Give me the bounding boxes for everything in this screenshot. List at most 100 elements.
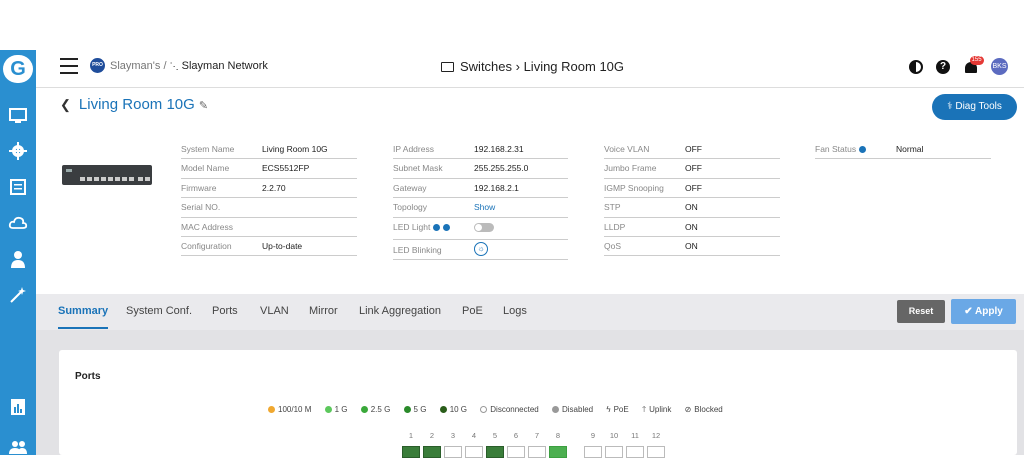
info-row: Serial NO.: [181, 198, 357, 218]
tab-vlan[interactable]: VLAN: [260, 305, 289, 317]
breadcrumb-network[interactable]: Slayman Network: [182, 60, 268, 72]
port-5[interactable]: [486, 446, 504, 458]
info-row: Configuration Up-to-date: [181, 237, 357, 257]
info-icon[interactable]: [859, 146, 867, 153]
monitor-icon[interactable]: [8, 106, 28, 126]
tab-link-aggregation[interactable]: Link Aggregation: [359, 305, 441, 317]
apply-button[interactable]: ✔ Apply: [951, 299, 1016, 324]
tab-summary[interactable]: Summary: [58, 305, 109, 329]
info-column-network: IP Address 192.168.2.31 Subnet Mask 255.25…: [393, 140, 568, 260]
sidebar: G: [0, 50, 36, 455]
port-4[interactable]: [465, 446, 483, 458]
info-row: QoS ON: [604, 237, 780, 257]
tab-system-conf[interactable]: System Conf.: [126, 305, 192, 317]
tab-logs[interactable]: Logs: [503, 305, 527, 317]
page-title-text: Living Room 10G: [78, 96, 195, 113]
edit-icon[interactable]: ✎: [199, 100, 208, 112]
magic-wand-icon[interactable]: [8, 285, 28, 305]
port-11[interactable]: [626, 446, 644, 458]
breadcrumb-org[interactable]: Slayman's: [110, 60, 160, 72]
legend-item: ⊘ Blocked: [684, 405, 723, 414]
ports-card: Ports 100/10 M 1 G 2.5 G 5 G 10 G Discon…: [59, 350, 1017, 458]
diag-tools-button[interactable]: ⚕ Diag Tools: [932, 94, 1017, 120]
report-icon[interactable]: [8, 397, 28, 417]
page-context-title: Switches › Living Room 10G: [441, 59, 624, 74]
info-row: LLDP ON: [604, 218, 780, 237]
info-column-system: System Name Living Room 10G Model Name ECS…: [181, 140, 357, 257]
tab-ports[interactable]: Ports: [212, 305, 238, 317]
network-icon: ⋱: [169, 61, 179, 71]
legend-item: Disabled: [551, 405, 593, 414]
back-icon[interactable]: ❮: [60, 97, 71, 112]
info-row: MAC Address: [181, 218, 357, 237]
diag-tools-label: Diag Tools: [955, 101, 1002, 112]
info-row: Topology Show: [393, 198, 568, 218]
info-row: IGMP Snooping OFF: [604, 179, 780, 199]
lightning-icon: ϟ: [606, 405, 611, 414]
info-row: Model Name ECS5512FP: [181, 159, 357, 179]
port-7[interactable]: [528, 446, 546, 458]
lock-icon[interactable]: [433, 223, 441, 231]
legend-item: 🡑 Uplink: [641, 405, 672, 414]
menu-icon[interactable]: [60, 58, 78, 74]
port-9[interactable]: [584, 446, 602, 458]
info-row: Jumbo Frame OFF: [604, 159, 780, 179]
gear-icon[interactable]: [8, 141, 28, 161]
notification-count: 155: [969, 55, 984, 65]
lightbulb-icon[interactable]: ☼: [474, 241, 488, 256]
pro-badge: PRO: [90, 58, 105, 73]
page-title: ❮ Living Room 10G ✎: [60, 96, 208, 113]
breadcrumb: Slayman's / ⋱ Slayman Network: [110, 60, 268, 72]
users-icon[interactable]: [8, 438, 28, 458]
info-row: STP ON: [604, 198, 780, 218]
tab-poe[interactable]: PoE: [462, 305, 483, 317]
theme-toggle-icon[interactable]: [908, 59, 923, 74]
legend-item: 2.5 G: [360, 405, 390, 414]
port-10[interactable]: [605, 446, 623, 458]
topbar-actions: ? 155 BKS: [900, 55, 1008, 78]
port-8[interactable]: [549, 446, 567, 458]
top-bar: PRO Slayman's / ⋱ Slayman Network Switch…: [36, 50, 1024, 88]
port-1[interactable]: [402, 446, 420, 458]
info-row: LED Light: [393, 218, 568, 240]
topology-show-link[interactable]: Show: [474, 202, 495, 212]
info-row: Fan Status Normal: [815, 140, 991, 160]
avatar[interactable]: BKS: [991, 58, 1008, 76]
breadcrumb-separator: /: [163, 60, 167, 72]
document-icon[interactable]: [8, 177, 28, 197]
info-row: IP Address 192.168.2.31: [393, 140, 568, 160]
ports-legend: 100/10 M 1 G 2.5 G 5 G 10 G Disconnected…: [268, 404, 734, 418]
bell-icon[interactable]: 155: [964, 55, 984, 75]
info-row: Firmware 2.2.70: [181, 179, 357, 199]
user-icon[interactable]: [8, 249, 28, 269]
help-icon[interactable]: ?: [936, 59, 951, 74]
info-row: Gateway 192.168.2.1: [393, 179, 568, 199]
led-light-toggle[interactable]: [474, 222, 494, 232]
ports-card-title: Ports: [75, 371, 101, 382]
legend-item: 1 G: [324, 405, 348, 414]
info-row: LED Blinking ☼: [393, 240, 568, 260]
info-row: Voice VLAN OFF: [604, 140, 780, 160]
port-12[interactable]: [647, 446, 665, 458]
legend-item: ϟ PoE: [606, 405, 629, 414]
monitor-icon: [441, 62, 454, 72]
legend-item: 10 G: [439, 405, 467, 414]
arrow-up-icon: 🡑: [641, 405, 647, 414]
legend-item: 100/10 M: [268, 405, 311, 414]
legend-item: 5 G: [403, 405, 426, 414]
cloud-icon[interactable]: [8, 213, 28, 233]
blocked-icon: ⊘: [684, 405, 692, 414]
reset-button[interactable]: Reset: [897, 300, 945, 323]
info-column-features: Voice VLAN OFF Jumbo Frame OFF IGMP Snoopi…: [604, 140, 780, 257]
port-3[interactable]: [444, 446, 462, 458]
switch-device-image: [62, 165, 152, 185]
info-icon[interactable]: [443, 223, 451, 231]
info-column-fan: Fan Status Normal: [815, 140, 991, 160]
tab-bar: Summary System Conf. Ports VLAN Mirror L…: [36, 294, 1024, 330]
context-title-text: Switches › Living Room 10G: [460, 59, 625, 74]
app-logo[interactable]: G: [3, 55, 33, 83]
info-row: System Name Living Room 10G: [181, 140, 357, 160]
tab-mirror[interactable]: Mirror: [309, 305, 338, 317]
port-6[interactable]: [507, 446, 525, 458]
port-2[interactable]: [423, 446, 441, 458]
